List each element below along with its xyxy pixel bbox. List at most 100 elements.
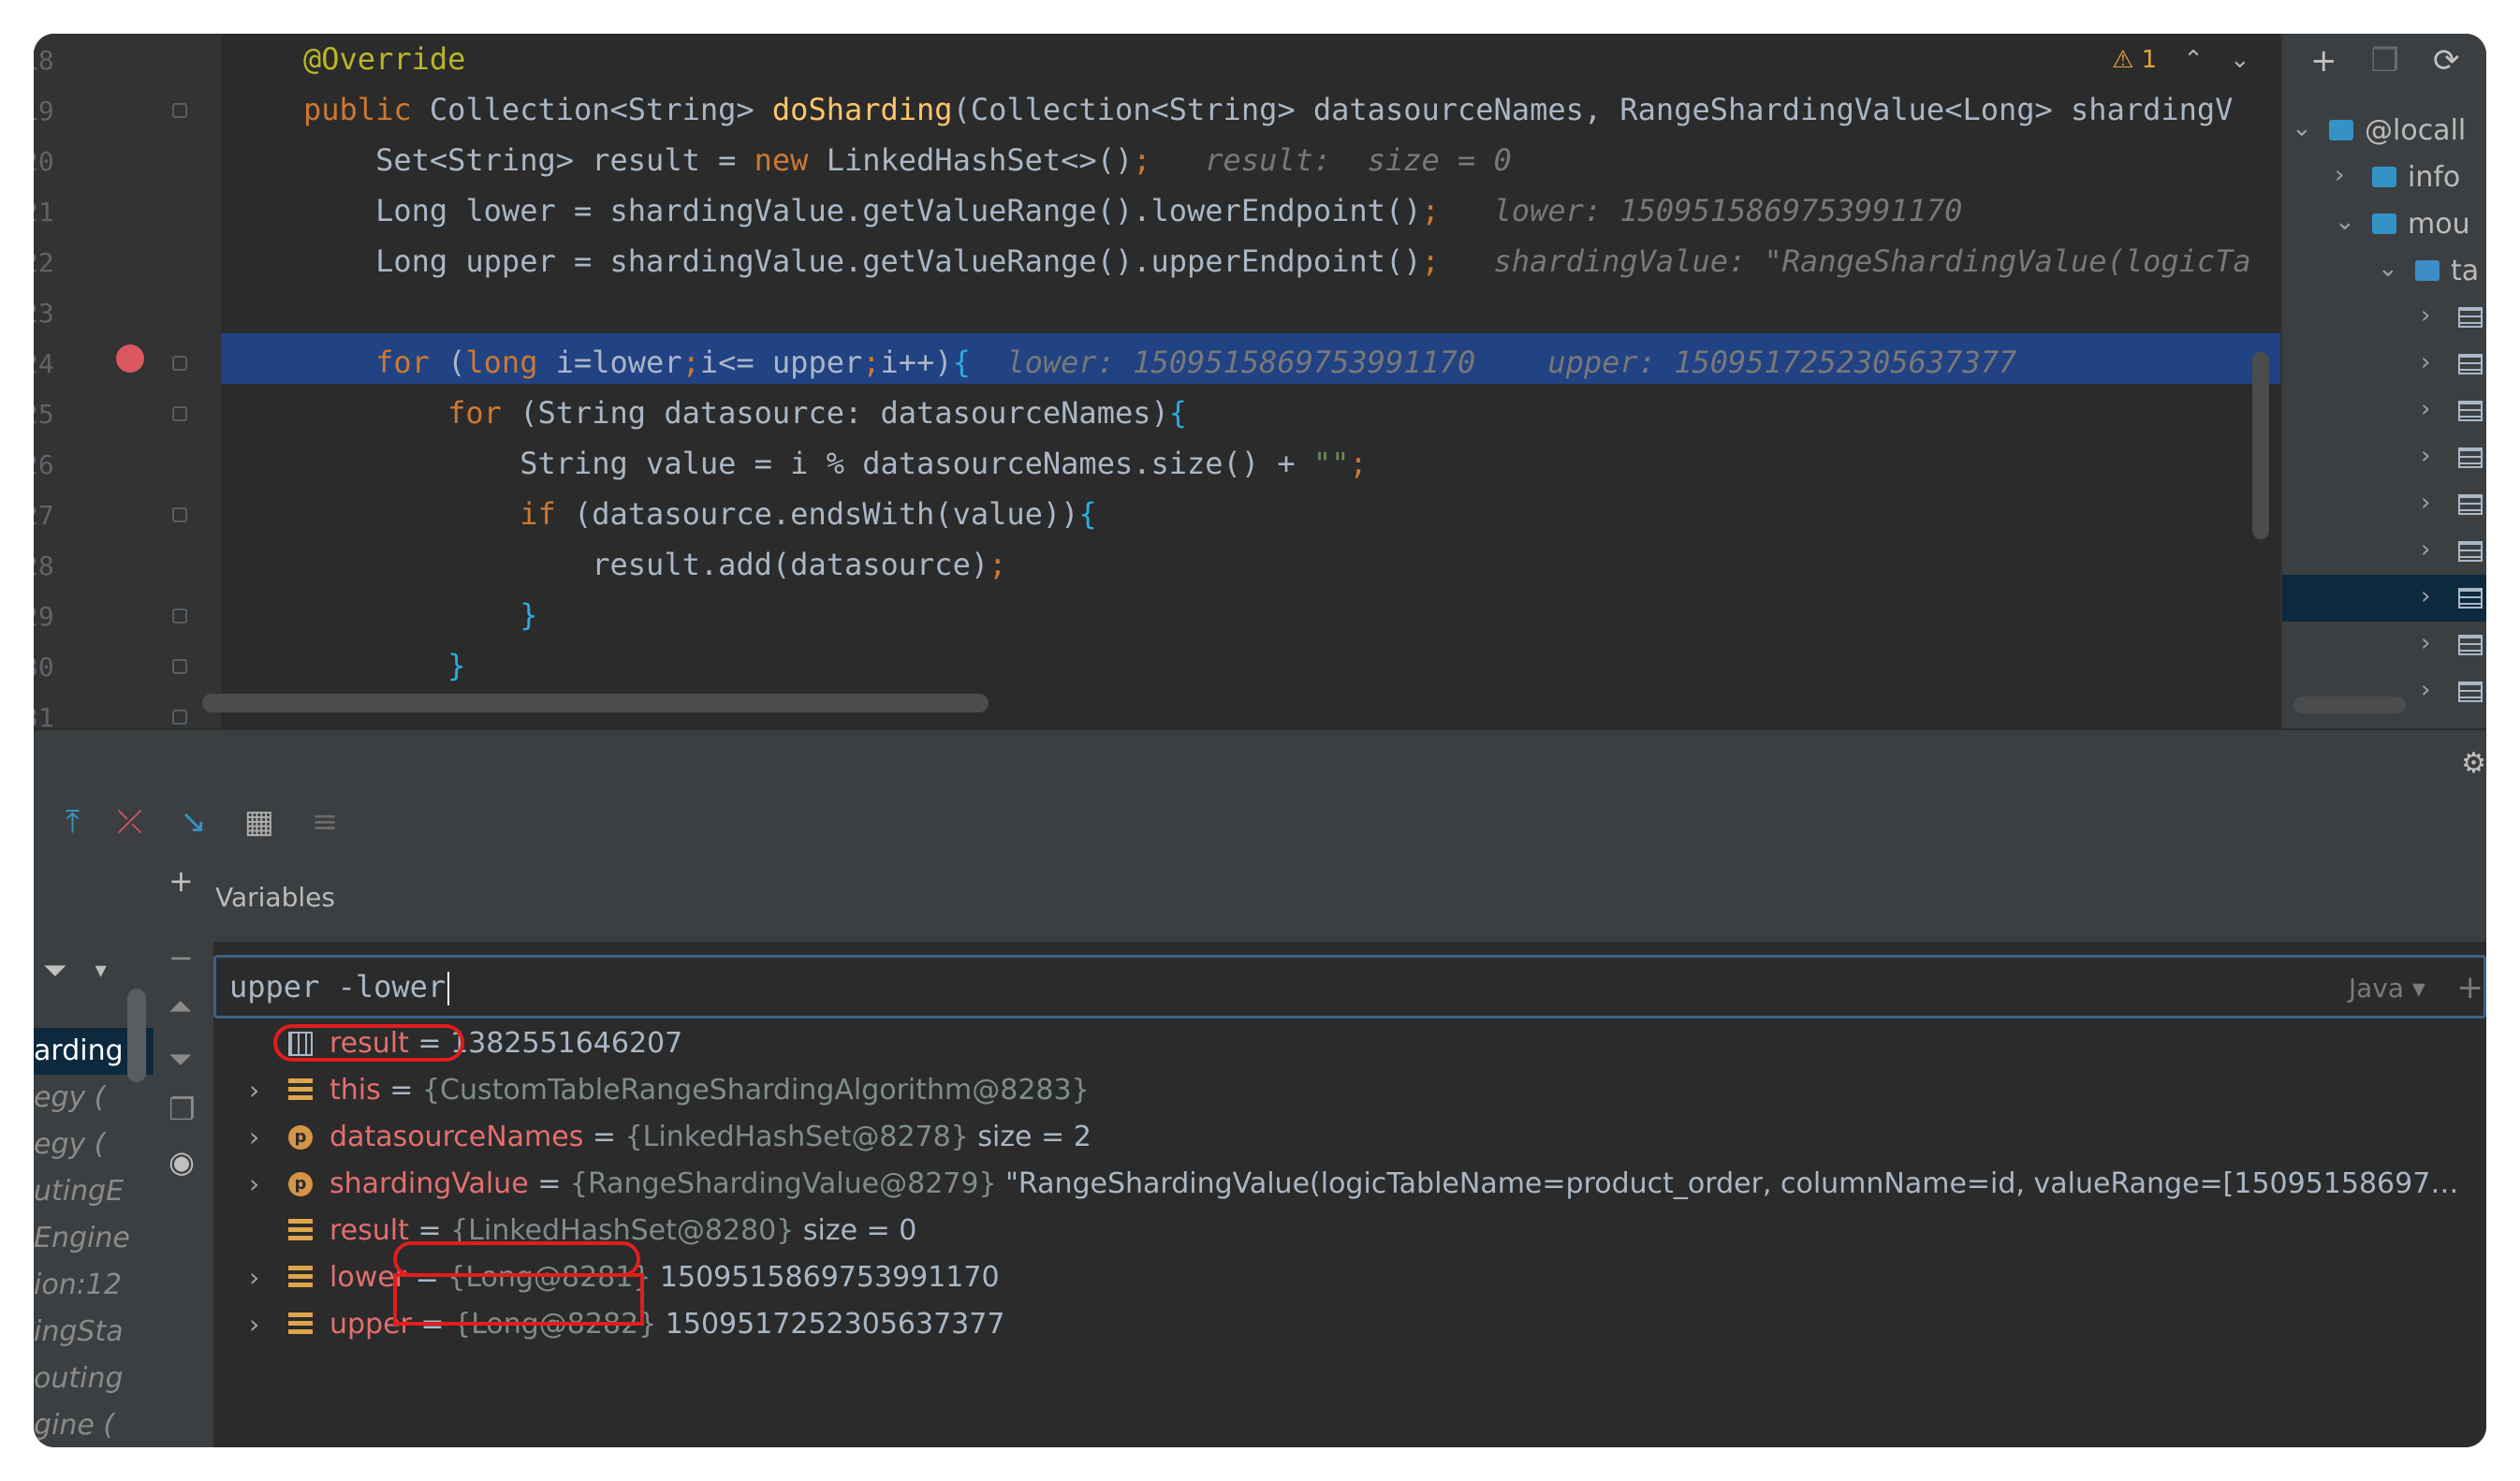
code-area[interactable]: @Override public Collection<String> doSha… [221,34,2280,728]
expand-closed-icon[interactable]: › [2421,348,2430,376]
variable-row[interactable]: › this = {CustomTableRangeShardingAlgorit… [213,1067,2486,1114]
code-line[interactable]: public Collection<String> doSharding(Col… [303,84,2233,135]
expand-closed-icon[interactable]: › [2421,535,2430,564]
db-tree-item[interactable]: › [2282,481,2486,528]
code-line[interactable]: String value = i % datasourceNames.size(… [303,438,1367,489]
expand-closed-icon[interactable]: › [2421,301,2430,330]
db-tree-item[interactable]: › [2282,528,2486,575]
stack-frame[interactable]: utingE [34,1168,154,1215]
add-icon[interactable]: + [2310,42,2337,80]
copy-icon[interactable]: ❐ [2371,42,2399,80]
table-icon [2458,307,2483,328]
expand-closed-icon[interactable]: › [2421,629,2430,657]
stack-frame[interactable]: gine ( [34,1402,154,1447]
next-highlight-icon[interactable]: ⌄ [2230,46,2250,74]
expand-closed-icon[interactable]: › [249,1161,259,1208]
expand-closed-icon[interactable]: › [249,1067,259,1114]
expand-open-icon[interactable]: ⌄ [2378,255,2398,283]
code-editor[interactable]: 1819202122232425262728293031 @Overridepu… [34,34,2280,733]
fold-marker-icon[interactable] [172,406,187,421]
stack-frame[interactable]: Engine [34,1215,154,1262]
watches-eye-icon[interactable]: ◉ [168,1144,195,1180]
move-up-icon[interactable]: ⏶ [168,989,193,1025]
step-out-icon[interactable]: ⤒ [66,803,80,841]
breakpoint-icon[interactable] [116,345,144,373]
new-watch-icon[interactable]: + [168,863,194,899]
duplicate-icon[interactable]: ❐ [168,1092,196,1127]
expand-closed-icon[interactable]: › [2421,489,2430,517]
db-tree-item[interactable]: › [2282,341,2486,388]
code-line[interactable]: for (String datasource: datasourceNames)… [303,388,1187,438]
settings-gear-icon[interactable]: ⚙ [2461,747,2486,780]
debug-toolbar: ⤒ ⤫ ↘ ▦ ≡ [34,786,2486,858]
variable-row[interactable]: › p shardingValue = {RangeShardingValue@82… [213,1161,2486,1208]
db-tree-item[interactable]: › [2282,388,2486,434]
evaluate-expression-icon[interactable]: ▦ [244,803,274,841]
add-to-watches-icon[interactable]: + [2457,969,2484,1006]
line-gutter[interactable]: 1819202122232425262728293031 [34,34,221,733]
stack-frame[interactable]: ion:12 [34,1262,154,1309]
db-tree-item[interactable]: › [2282,434,2486,481]
prev-highlight-icon[interactable]: ⌃ [2183,46,2204,74]
expand-closed-icon[interactable]: › [249,1254,259,1301]
fold-marker-icon[interactable] [172,356,187,371]
db-tree-item[interactable]: › [2282,575,2486,622]
expand-closed-icon[interactable]: › [2421,442,2430,470]
filter-icon[interactable]: ⏷ [43,952,67,989]
fold-marker-icon[interactable] [172,710,187,725]
variable-value: 1509517252305637377 [656,1308,1005,1341]
code-line[interactable]: Long upper = shardingValue.getValueRange… [303,236,2251,286]
expand-closed-icon[interactable]: › [2421,676,2430,704]
drop-frame-icon[interactable]: ⤫ [117,803,142,841]
editor-inspection-widget[interactable]: ⚠ 1 ⌃ ⌄ [2112,41,2250,79]
variable-row[interactable]: › p datasourceNames = {LinkedHashSet@8278}… [213,1114,2486,1161]
code-line[interactable]: Long lower = shardingValue.getValueRange… [303,185,1962,236]
warning-icon[interactable]: ⚠ 1 [2112,46,2157,74]
stack-frame[interactable]: outing [34,1356,154,1402]
stack-frame[interactable]: egy ( [34,1122,154,1168]
expand-closed-icon[interactable]: › [249,1114,259,1161]
filter-dropdown-icon[interactable]: ▾ [95,957,107,983]
code-line[interactable]: @Override [303,34,465,84]
variable-value: 1509515869753991170 [651,1261,1000,1294]
db-tree-item[interactable]: › [2282,622,2486,668]
remove-watch-icon[interactable]: − [168,940,194,975]
expand-closed-icon[interactable]: › [2421,395,2430,423]
panel-scrollbar[interactable] [2293,697,2406,713]
refresh-icon[interactable]: ⟳ [2433,42,2460,80]
code-line[interactable]: if (datasource.endsWith(value)){ [303,489,1097,539]
trace-stream-icon[interactable]: ≡ [312,803,339,841]
evaluate-input[interactable]: upper -lower [229,969,450,1005]
expand-open-icon[interactable]: ⌄ [2335,208,2355,236]
code-line[interactable]: result.add(datasource); [303,539,1006,590]
db-tree-item[interactable]: ⌄ ta [2282,247,2486,294]
move-down-icon[interactable]: ⏷ [168,1041,193,1078]
vertical-scrollbar[interactable] [2252,352,2269,539]
language-selector[interactable]: Java ▾ [2349,973,2425,1004]
expand-open-icon[interactable]: ⌄ [2292,114,2312,142]
run-to-cursor-icon[interactable]: ↘ [180,803,207,841]
fold-marker-icon[interactable] [172,659,187,674]
horizontal-scrollbar[interactable] [202,694,989,712]
code-line[interactable]: for (long i=lower;i<= upper;i++){ lower:… [303,337,2016,388]
evaluate-expression-field[interactable]: upper -lower Java ▾ + [213,955,2486,1019]
code-token: { [952,345,971,380]
db-tree-item[interactable]: ⌄ @locall [2282,107,2486,154]
fold-marker-icon[interactable] [172,609,187,623]
fold-marker-icon[interactable] [172,507,187,522]
expand-closed-icon[interactable]: › [2421,582,2430,610]
stack-frame[interactable]: ingSta [34,1309,154,1356]
code-line[interactable]: Set<String> result = new LinkedHashSet<>… [303,135,1512,185]
db-tree-item[interactable]: ⌄ mou [2282,200,2486,247]
fold-marker-icon[interactable] [172,103,187,118]
variable-row[interactable]: result = 1382551646207 [213,1020,2486,1067]
db-tree-item[interactable]: › info [2282,154,2486,200]
db-tree-item[interactable]: › [2282,294,2486,341]
variable-text: datasourceNames = {LinkedHashSet@8278} s… [330,1114,1092,1161]
code-token: i=lower [555,345,682,380]
code-line[interactable]: } [303,640,465,691]
frames-scrollbar[interactable] [127,989,146,1082]
expand-closed-icon[interactable]: › [249,1301,259,1348]
expand-closed-icon[interactable]: › [2335,161,2344,189]
code-line[interactable]: } [303,590,537,640]
